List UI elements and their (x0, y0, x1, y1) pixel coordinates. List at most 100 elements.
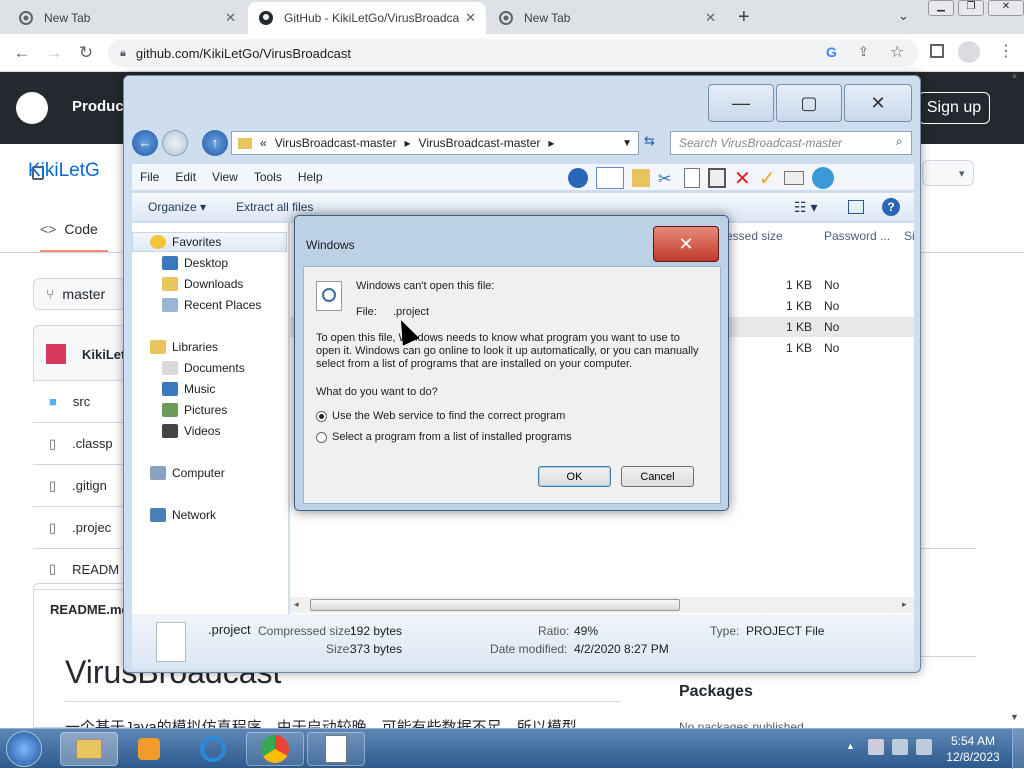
explorer-taskbar-button[interactable] (60, 732, 118, 766)
tab-code[interactable]: <> Code (40, 221, 98, 237)
delete-icon[interactable]: ✕ (734, 166, 751, 191)
radio-unselected[interactable] (316, 432, 327, 443)
start-button-icon[interactable] (6, 731, 42, 767)
media-player-taskbar-button[interactable] (120, 732, 178, 766)
close-tab-icon[interactable]: ✕ (705, 10, 716, 26)
close-window-button[interactable]: ✕ (844, 84, 912, 122)
option-installed-programs[interactable]: Select a program from a list of installe… (316, 431, 572, 444)
breadcrumb-item[interactable]: VirusBroadcast-master (419, 136, 541, 150)
nav-favorites[interactable]: Favorites (150, 232, 221, 252)
google-icon[interactable]: G (826, 44, 837, 60)
dialog-close-button[interactable]: ✕ (653, 226, 719, 262)
readme-label[interactable]: README.md (50, 602, 129, 617)
properties-icon[interactable] (632, 169, 650, 187)
clock[interactable]: 5:54 AM 12/8/2023 (946, 734, 1000, 764)
ok-button[interactable]: OK (538, 466, 611, 487)
nav-videos[interactable]: Videos (162, 421, 220, 441)
ie-taskbar-button[interactable] (184, 732, 242, 766)
up-folder-icon[interactable] (568, 168, 588, 188)
maximize-icon[interactable]: ❐ (958, 0, 984, 16)
show-desktop-button[interactable] (1012, 729, 1024, 769)
column-password[interactable]: Password ... (824, 229, 890, 243)
preview-pane-icon[interactable] (848, 200, 864, 214)
close-tab-icon[interactable]: ✕ (465, 10, 476, 26)
scroll-right-arrow-icon[interactable]: ▸ (902, 599, 907, 610)
help-icon[interactable]: ? (882, 198, 900, 216)
show-hidden-icons-icon[interactable]: ▲ (846, 741, 855, 751)
tab-search-chevron-icon[interactable]: ⌄ (898, 8, 909, 24)
up-arrow-icon[interactable]: ↑ (202, 130, 228, 156)
forward-icon[interactable]: → (42, 42, 66, 64)
menu-edit[interactable]: Edit (175, 170, 196, 184)
radio-selected[interactable] (316, 411, 327, 422)
address-bar[interactable]: « VirusBroadcast-master ▸ VirusBroadcast… (231, 131, 639, 155)
browser-tab-3[interactable]: New Tab ✕ (488, 2, 726, 34)
search-input[interactable]: Search VirusBroadcast-master (670, 131, 912, 155)
browser-tab-2[interactable]: GitHub - KikiLetGo/VirusBroadca ✕ (248, 2, 486, 34)
menu-view[interactable]: View (212, 170, 238, 184)
owner-name[interactable]: KikiLet (82, 347, 125, 362)
horizontal-scrollbar[interactable]: ◂ ▸ (290, 597, 914, 613)
scroll-thumb[interactable] (310, 599, 680, 611)
paste-icon[interactable] (708, 168, 726, 188)
scroll-up-arrow-icon[interactable]: ▲ (1010, 70, 1019, 80)
address-dropdown-icon[interactable]: ▼ (622, 138, 632, 149)
nav-desktop[interactable]: Desktop (162, 253, 228, 273)
menu-tools[interactable]: Tools (254, 170, 282, 184)
drive-icon[interactable] (783, 171, 804, 185)
minimize-button[interactable]: — (708, 84, 774, 122)
maximize-button[interactable]: ▢ (776, 84, 842, 122)
nav-recent[interactable]: Recent Places (162, 295, 261, 315)
bookmark-star-icon[interactable]: ☆ (890, 42, 904, 62)
new-tab-plus-icon[interactable]: + (738, 6, 750, 29)
checkmark-icon[interactable]: ✓ (759, 166, 776, 191)
menu-file[interactable]: File (140, 170, 159, 184)
menu-help[interactable]: Help (298, 170, 323, 184)
branch-selector[interactable]: ⑂ master (33, 278, 125, 310)
nav-network[interactable]: Network (150, 505, 216, 525)
nav-pictures[interactable]: Pictures (162, 400, 227, 420)
github-logo-icon[interactable] (16, 92, 48, 124)
notepad-taskbar-button[interactable] (307, 732, 365, 766)
reload-icon[interactable]: ↻ (74, 42, 98, 64)
option-web-service[interactable]: Use the Web service to find the correct … (316, 410, 565, 423)
volume-muted-icon[interactable] (916, 739, 932, 755)
nav-libraries[interactable]: Libraries (150, 337, 218, 357)
view-options-icon[interactable]: ☷ ▾ (794, 199, 817, 216)
back-icon[interactable]: ← (10, 42, 34, 64)
column-compressed-size[interactable]: ressed size (722, 229, 783, 243)
browser-tab-1[interactable]: New Tab ✕ (8, 2, 246, 34)
nav-documents[interactable]: Documents (162, 358, 245, 378)
cancel-button[interactable]: Cancel (621, 466, 694, 487)
omnibox[interactable]: 🔒︎ github.com/KikiLetGo/VirusBroadcast (108, 39, 918, 67)
extract-all-button[interactable]: Extract all files (236, 200, 313, 214)
back-arrow-icon[interactable]: ← (132, 130, 158, 156)
scroll-down-arrow-icon[interactable]: ▼ (1010, 712, 1019, 722)
profile-avatar-icon[interactable] (958, 41, 980, 63)
forward-arrow-icon[interactable] (162, 130, 188, 156)
sign-up-button[interactable]: Sign up (918, 92, 990, 124)
repo-title-link[interactable]: KikiLetG (28, 160, 100, 182)
nav-computer[interactable]: Computer (150, 463, 225, 483)
side-panel-icon[interactable] (930, 44, 944, 58)
star-dropdown-chevron-icon[interactable]: ▾ (922, 160, 974, 186)
breadcrumb-item[interactable]: VirusBroadcast-master (275, 136, 397, 150)
chrome-taskbar-button[interactable] (246, 732, 304, 766)
search-icon[interactable]: ⌕ (896, 134, 903, 149)
folder-pane-icon[interactable] (596, 167, 624, 189)
packages-heading[interactable]: Packages (679, 683, 753, 701)
action-center-icon[interactable] (868, 739, 884, 755)
share-icon[interactable]: ⇪ (858, 44, 869, 60)
globe-icon[interactable] (811, 167, 834, 189)
network-tray-icon[interactable] (892, 739, 908, 755)
organize-button[interactable]: Organize ▾ (148, 200, 206, 214)
close-icon[interactable]: ✕ (988, 0, 1024, 16)
scroll-left-arrow-icon[interactable]: ◂ (294, 599, 299, 610)
nav-downloads[interactable]: Downloads (162, 274, 243, 294)
cut-icon[interactable]: ✂ (658, 169, 676, 188)
refresh-icon[interactable]: ⇆ (644, 133, 655, 149)
product-menu[interactable]: Produc (72, 98, 124, 115)
close-tab-icon[interactable]: ✕ (225, 10, 236, 26)
kebab-menu-icon[interactable]: ⋮ (998, 41, 1014, 61)
nav-music[interactable]: Music (162, 379, 215, 399)
